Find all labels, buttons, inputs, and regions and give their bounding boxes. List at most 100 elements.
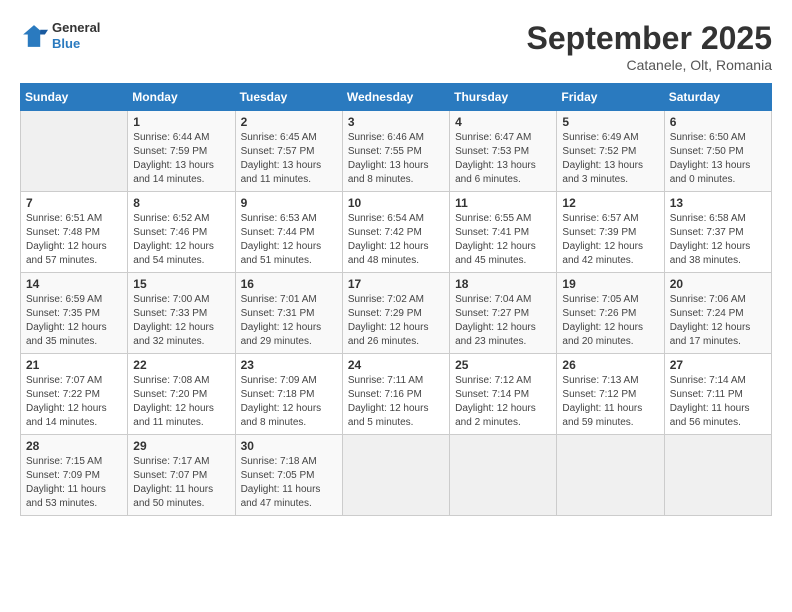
day-number: 23 xyxy=(241,358,337,372)
calendar-cell: 11 Sunrise: 6:55 AM Sunset: 7:41 PM Dayli… xyxy=(450,192,557,273)
calendar-cell: 1Sunrise: 6:44 AM Sunset: 7:59 PM Daylig… xyxy=(128,111,235,192)
day-info: Sunrise: 6:51 AM Sunset: 7:48 PM Dayligh… xyxy=(26,212,122,268)
day-info: Sunrise: 7:00 AM Sunset: 7:33 PM Dayligh… xyxy=(133,293,229,349)
location: Catanele, Olt, Romania xyxy=(527,57,772,73)
calendar-cell: 18 Sunrise: 7:04 AM Sunset: 7:27 PM Dayli… xyxy=(450,273,557,354)
day-info: Sunrise: 6:50 AM Sunset: 7:50 PM Dayligh… xyxy=(670,131,766,187)
calendar-cell: 29 Sunrise: 7:17 AM Sunset: 7:07 PM Dayli… xyxy=(128,435,235,516)
day-number: 2 xyxy=(241,115,337,129)
calendar-cell: 19 Sunrise: 7:05 AM Sunset: 7:26 PM Dayli… xyxy=(557,273,664,354)
day-number: 27 xyxy=(670,358,766,372)
page-header: General Blue September 2025 Catanele, Ol… xyxy=(20,20,772,73)
day-info: Sunrise: 7:12 AM Sunset: 7:14 PM Dayligh… xyxy=(455,374,551,430)
calendar-week-2: 7Sunrise: 6:51 AM Sunset: 7:48 PM Daylig… xyxy=(21,192,772,273)
title-block: September 2025 Catanele, Olt, Romania xyxy=(527,20,772,73)
weekday-row: SundayMondayTuesdayWednesdayThursdayFrid… xyxy=(21,84,772,111)
logo-icon xyxy=(20,22,48,50)
logo-blue: Blue xyxy=(52,36,100,52)
weekday-header-sunday: Sunday xyxy=(21,84,128,111)
day-number: 13 xyxy=(670,196,766,210)
day-number: 8 xyxy=(133,196,229,210)
calendar-cell: 25 Sunrise: 7:12 AM Sunset: 7:14 PM Dayli… xyxy=(450,354,557,435)
day-number: 18 xyxy=(455,277,551,291)
calendar-cell: 12 Sunrise: 6:57 AM Sunset: 7:39 PM Dayli… xyxy=(557,192,664,273)
day-number: 26 xyxy=(562,358,658,372)
calendar-cell: 2Sunrise: 6:45 AM Sunset: 7:57 PM Daylig… xyxy=(235,111,342,192)
day-info: Sunrise: 6:49 AM Sunset: 7:52 PM Dayligh… xyxy=(562,131,658,187)
calendar-cell: 21Sunrise: 7:07 AM Sunset: 7:22 PM Dayli… xyxy=(21,354,128,435)
day-info: Sunrise: 6:57 AM Sunset: 7:39 PM Dayligh… xyxy=(562,212,658,268)
day-info: Sunrise: 6:47 AM Sunset: 7:53 PM Dayligh… xyxy=(455,131,551,187)
logo-text: General Blue xyxy=(52,20,100,51)
calendar-cell xyxy=(664,435,771,516)
calendar-cell xyxy=(21,111,128,192)
weekday-header-saturday: Saturday xyxy=(664,84,771,111)
day-info: Sunrise: 6:53 AM Sunset: 7:44 PM Dayligh… xyxy=(241,212,337,268)
calendar-cell: 24Sunrise: 7:11 AM Sunset: 7:16 PM Dayli… xyxy=(342,354,449,435)
day-number: 3 xyxy=(348,115,444,129)
calendar-cell: 20Sunrise: 7:06 AM Sunset: 7:24 PM Dayli… xyxy=(664,273,771,354)
weekday-header-monday: Monday xyxy=(128,84,235,111)
day-number: 16 xyxy=(241,277,337,291)
day-number: 4 xyxy=(455,115,551,129)
calendar-week-3: 14 Sunrise: 6:59 AM Sunset: 7:35 PM Dayli… xyxy=(21,273,772,354)
calendar-cell: 4 Sunrise: 6:47 AM Sunset: 7:53 PM Daylig… xyxy=(450,111,557,192)
day-number: 28 xyxy=(26,439,122,453)
calendar-cell: 30 Sunrise: 7:18 AM Sunset: 7:05 PM Dayli… xyxy=(235,435,342,516)
weekday-header-friday: Friday xyxy=(557,84,664,111)
day-info: Sunrise: 7:09 AM Sunset: 7:18 PM Dayligh… xyxy=(241,374,337,430)
day-info: Sunrise: 7:18 AM Sunset: 7:05 PM Dayligh… xyxy=(241,455,337,511)
day-info: Sunrise: 6:46 AM Sunset: 7:55 PM Dayligh… xyxy=(348,131,444,187)
calendar-cell: 13 Sunrise: 6:58 AM Sunset: 7:37 PM Dayli… xyxy=(664,192,771,273)
calendar-cell: 27 Sunrise: 7:14 AM Sunset: 7:11 PM Dayli… xyxy=(664,354,771,435)
day-number: 29 xyxy=(133,439,229,453)
calendar-cell: 5Sunrise: 6:49 AM Sunset: 7:52 PM Daylig… xyxy=(557,111,664,192)
day-number: 14 xyxy=(26,277,122,291)
calendar-cell: 17Sunrise: 7:02 AM Sunset: 7:29 PM Dayli… xyxy=(342,273,449,354)
day-info: Sunrise: 6:58 AM Sunset: 7:37 PM Dayligh… xyxy=(670,212,766,268)
calendar-body: 1Sunrise: 6:44 AM Sunset: 7:59 PM Daylig… xyxy=(21,111,772,516)
calendar-cell: 28 Sunrise: 7:15 AM Sunset: 7:09 PM Dayli… xyxy=(21,435,128,516)
day-info: Sunrise: 6:52 AM Sunset: 7:46 PM Dayligh… xyxy=(133,212,229,268)
calendar-cell xyxy=(557,435,664,516)
day-number: 15 xyxy=(133,277,229,291)
day-info: Sunrise: 7:02 AM Sunset: 7:29 PM Dayligh… xyxy=(348,293,444,349)
weekday-header-thursday: Thursday xyxy=(450,84,557,111)
calendar-cell: 16 Sunrise: 7:01 AM Sunset: 7:31 PM Dayli… xyxy=(235,273,342,354)
day-number: 19 xyxy=(562,277,658,291)
calendar-week-1: 1Sunrise: 6:44 AM Sunset: 7:59 PM Daylig… xyxy=(21,111,772,192)
calendar-cell: 7Sunrise: 6:51 AM Sunset: 7:48 PM Daylig… xyxy=(21,192,128,273)
calendar-cell xyxy=(450,435,557,516)
day-info: Sunrise: 7:14 AM Sunset: 7:11 PM Dayligh… xyxy=(670,374,766,430)
day-number: 30 xyxy=(241,439,337,453)
calendar-week-5: 28 Sunrise: 7:15 AM Sunset: 7:09 PM Dayli… xyxy=(21,435,772,516)
day-number: 11 xyxy=(455,196,551,210)
day-info: Sunrise: 6:44 AM Sunset: 7:59 PM Dayligh… xyxy=(133,131,229,187)
calendar-cell: 8 Sunrise: 6:52 AM Sunset: 7:46 PM Daylig… xyxy=(128,192,235,273)
day-number: 25 xyxy=(455,358,551,372)
day-number: 6 xyxy=(670,115,766,129)
day-info: Sunrise: 7:04 AM Sunset: 7:27 PM Dayligh… xyxy=(455,293,551,349)
month-title: September 2025 xyxy=(527,20,772,57)
calendar-cell: 26 Sunrise: 7:13 AM Sunset: 7:12 PM Dayli… xyxy=(557,354,664,435)
day-number: 20 xyxy=(670,277,766,291)
calendar-header: SundayMondayTuesdayWednesdayThursdayFrid… xyxy=(21,84,772,111)
day-info: Sunrise: 6:59 AM Sunset: 7:35 PM Dayligh… xyxy=(26,293,122,349)
logo: General Blue xyxy=(20,20,100,51)
calendar-cell: 3 Sunrise: 6:46 AM Sunset: 7:55 PM Daylig… xyxy=(342,111,449,192)
day-info: Sunrise: 7:01 AM Sunset: 7:31 PM Dayligh… xyxy=(241,293,337,349)
calendar-cell: 15 Sunrise: 7:00 AM Sunset: 7:33 PM Dayli… xyxy=(128,273,235,354)
calendar-cell: 9Sunrise: 6:53 AM Sunset: 7:44 PM Daylig… xyxy=(235,192,342,273)
day-info: Sunrise: 7:13 AM Sunset: 7:12 PM Dayligh… xyxy=(562,374,658,430)
day-number: 12 xyxy=(562,196,658,210)
calendar-week-4: 21Sunrise: 7:07 AM Sunset: 7:22 PM Dayli… xyxy=(21,354,772,435)
day-info: Sunrise: 7:17 AM Sunset: 7:07 PM Dayligh… xyxy=(133,455,229,511)
day-info: Sunrise: 6:54 AM Sunset: 7:42 PM Dayligh… xyxy=(348,212,444,268)
calendar-cell: 14 Sunrise: 6:59 AM Sunset: 7:35 PM Dayli… xyxy=(21,273,128,354)
day-info: Sunrise: 7:05 AM Sunset: 7:26 PM Dayligh… xyxy=(562,293,658,349)
calendar-cell: 10Sunrise: 6:54 AM Sunset: 7:42 PM Dayli… xyxy=(342,192,449,273)
day-number: 24 xyxy=(348,358,444,372)
day-info: Sunrise: 6:55 AM Sunset: 7:41 PM Dayligh… xyxy=(455,212,551,268)
calendar-cell: 22Sunrise: 7:08 AM Sunset: 7:20 PM Dayli… xyxy=(128,354,235,435)
day-info: Sunrise: 7:15 AM Sunset: 7:09 PM Dayligh… xyxy=(26,455,122,511)
